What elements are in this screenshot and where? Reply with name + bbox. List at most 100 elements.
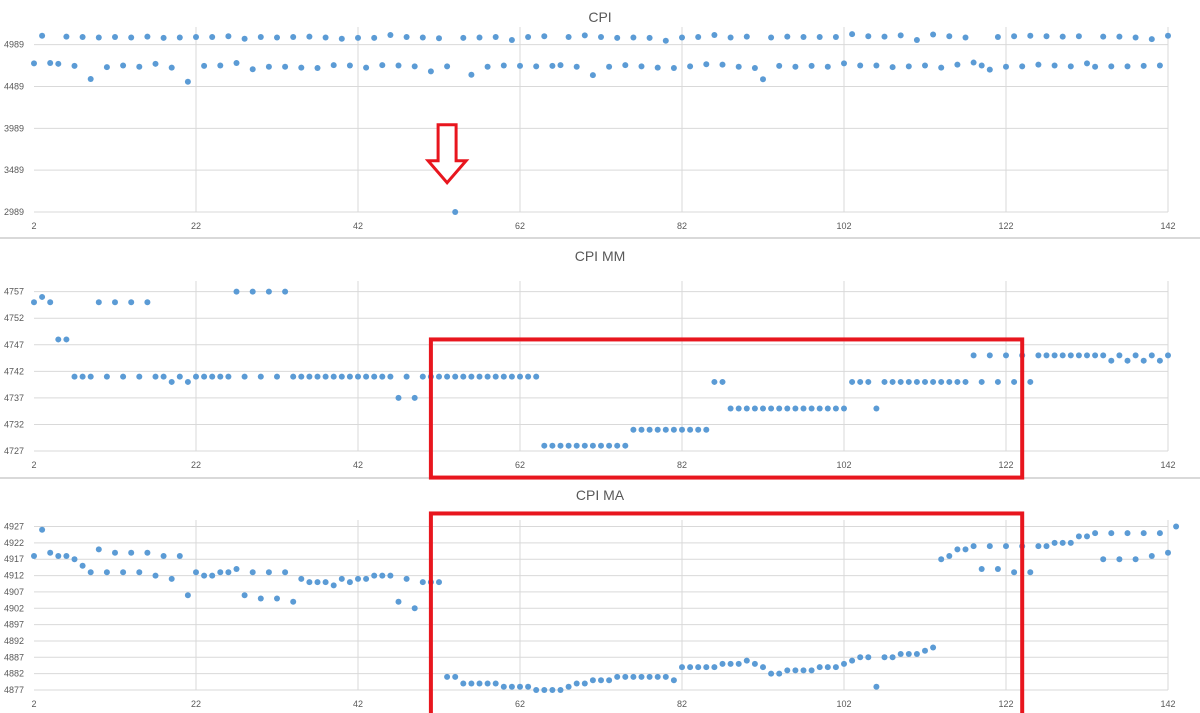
data-point [816,405,823,412]
data-point [1035,352,1042,359]
y-tick-label: 4757 [4,287,24,297]
data-point [1140,357,1147,364]
data-point [379,373,386,380]
data-point [638,426,645,433]
data-point [1165,549,1171,556]
data-point [225,33,232,40]
data-point [581,442,588,449]
data-point [897,378,904,385]
data-point [557,687,564,693]
data-point [460,34,467,41]
data-point [168,64,175,71]
y-tick-label: 2989 [4,207,24,217]
data-point [1124,357,1131,364]
data-point [743,405,750,412]
data-point [808,405,815,412]
data-point [112,34,118,41]
data-point [31,299,37,306]
data-point [39,293,46,300]
data-point [395,62,402,69]
data-point [978,566,985,573]
data-point [832,664,839,671]
data-point [1051,352,1058,359]
data-point [419,373,426,380]
data-point [638,63,645,70]
data-point [120,62,127,69]
data-point [922,62,928,69]
x-tick-label: 62 [515,221,525,231]
y-tick-label: 4752 [4,313,24,323]
x-tick-label: 142 [1160,460,1175,470]
data-point [209,572,216,579]
data-point [792,63,799,70]
data-point [1043,33,1050,40]
data-point [857,654,864,661]
data-point [954,378,961,385]
data-point [517,373,523,380]
data-point [387,572,394,579]
data-point [176,34,183,41]
data-point [841,405,847,412]
data-point [1156,357,1163,364]
data-point [47,59,54,66]
data-point [573,680,580,687]
data-point [508,36,515,43]
data-point [816,664,823,671]
data-point [703,426,710,433]
data-point [492,373,499,380]
data-point [1092,63,1099,70]
data-point [1059,352,1066,359]
x-tick-label: 62 [515,460,525,470]
y-tick-label: 4912 [4,571,24,581]
data-point [1084,60,1090,67]
data-point [565,683,572,690]
data-point [79,373,86,380]
data-point [589,677,596,684]
data-point [687,426,694,433]
data-point [841,60,847,67]
data-point [832,405,839,412]
data-point [403,34,410,41]
data-point [865,654,872,661]
data-point [849,378,856,385]
data-point [136,569,143,576]
data-point [994,378,1001,385]
data-point [241,373,248,380]
data-point [274,373,280,380]
data-point [95,546,102,553]
data-point [1027,569,1034,576]
data-point [751,660,758,667]
data-point [484,680,491,687]
data-point [727,405,734,412]
data-point [128,34,135,41]
x-tick-label: 22 [191,221,201,231]
data-point [217,62,224,69]
data-point [452,673,459,680]
y-tick-label: 4877 [4,685,24,695]
data-point [946,378,953,385]
data-point [47,549,54,556]
y-tick-label: 4927 [4,522,24,532]
data-point [905,651,912,658]
data-point [930,378,937,385]
data-point [873,683,880,690]
data-point [662,37,669,44]
data-point [695,664,702,671]
data-point [160,34,167,41]
data-point [128,299,135,306]
data-point [241,35,248,42]
data-point [962,34,969,41]
data-point [1092,530,1099,537]
data-point [792,667,799,674]
data-point [298,64,305,71]
data-point [176,373,183,380]
data-point [687,63,694,70]
data-point [670,426,677,433]
data-point [581,32,588,39]
x-tick-label: 102 [836,460,851,470]
data-point [1084,533,1090,540]
y-tick-label: 3989 [4,123,24,133]
data-point [492,34,499,41]
data-point [565,34,572,41]
x-tick-label: 42 [353,699,363,709]
